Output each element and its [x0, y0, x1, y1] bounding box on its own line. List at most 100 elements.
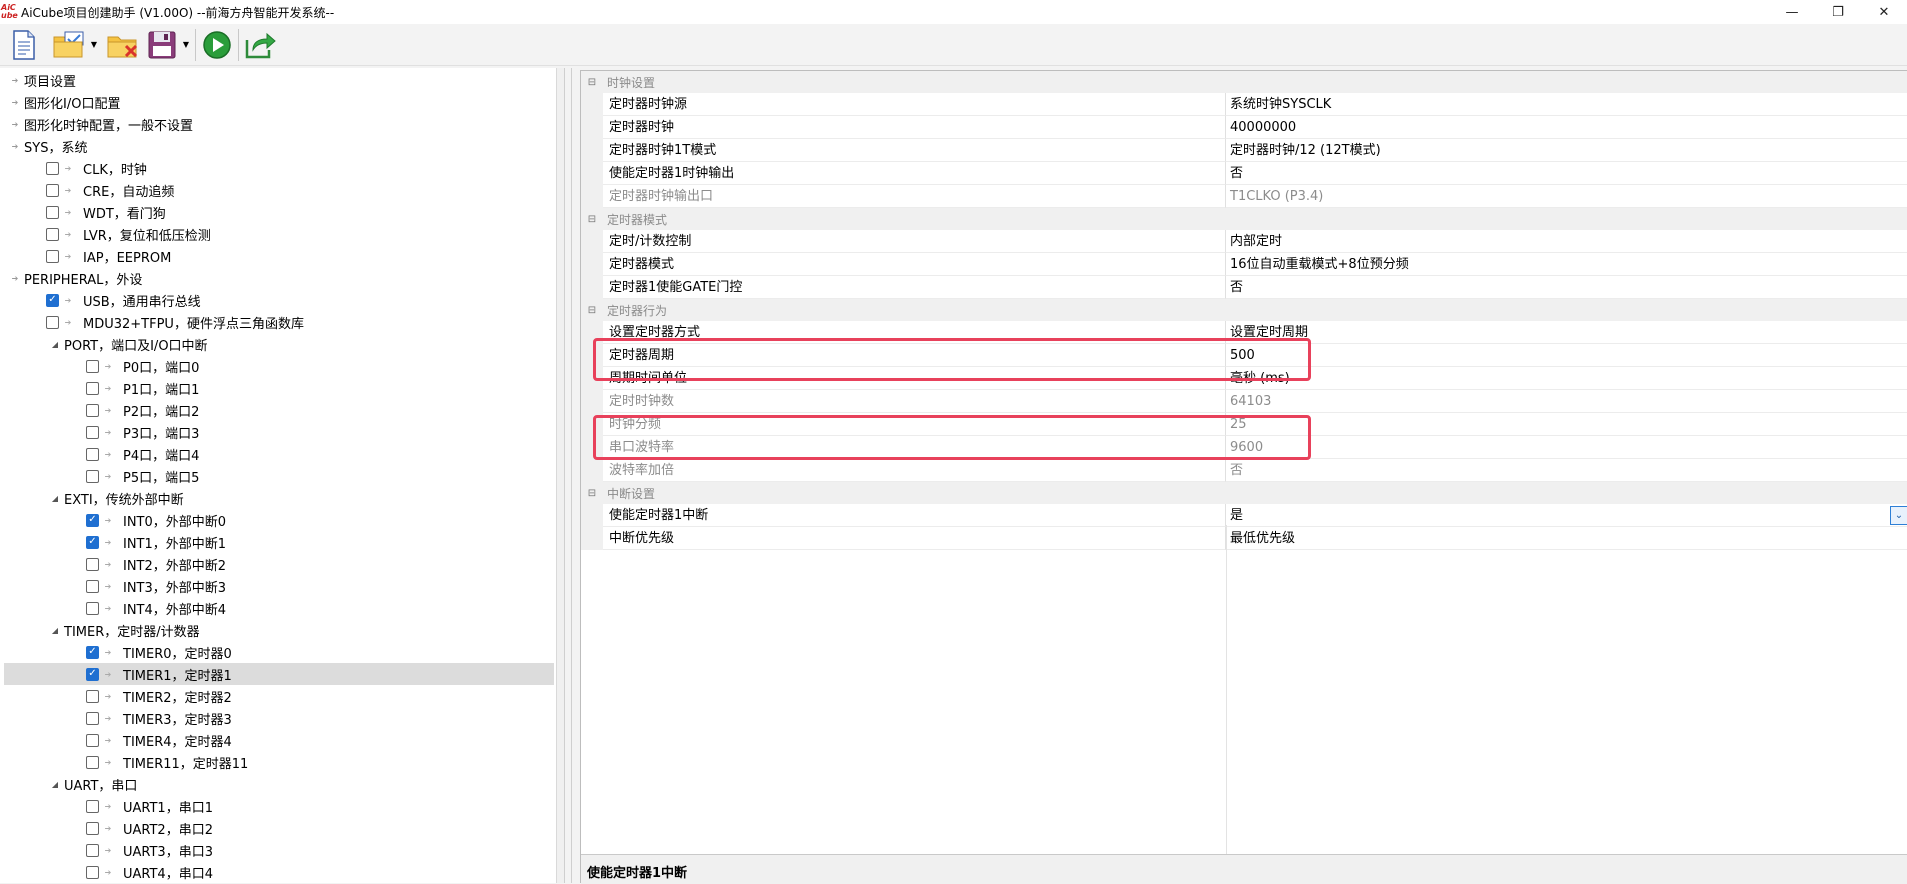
- tree-item[interactable]: ➔ UART3，串口3: [86, 839, 213, 861]
- property-row[interactable]: 波特率加倍否: [581, 459, 1907, 482]
- tree-item[interactable]: ➔ 图形化I/O口配置: [10, 91, 121, 113]
- tree-checkbox[interactable]: [46, 227, 59, 241]
- property-category[interactable]: ⊟ 中断设置: [581, 482, 1907, 504]
- tree-item[interactable]: ◢ UART，串口: [50, 773, 138, 795]
- panel-splitter[interactable]: [564, 68, 572, 883]
- property-value[interactable]: 500: [1226, 344, 1907, 367]
- tree-item[interactable]: ✓ ➔ TIMER1，定时器1: [4, 663, 554, 685]
- property-category[interactable]: ⊟ 时钟设置: [581, 71, 1907, 93]
- tree-checkbox[interactable]: [86, 447, 99, 461]
- property-row[interactable]: 定时器1使能GATE门控否: [581, 276, 1907, 299]
- property-value[interactable]: 否: [1226, 162, 1907, 185]
- tree-item[interactable]: ➔ TIMER4，定时器4: [86, 729, 232, 751]
- property-category[interactable]: ⊟ 定时器模式: [581, 208, 1907, 230]
- close-project-button[interactable]: [106, 27, 142, 63]
- run-button[interactable]: [199, 27, 235, 63]
- property-value[interactable]: 40000000: [1226, 116, 1907, 139]
- tree-checkbox[interactable]: [86, 403, 99, 417]
- tree-item[interactable]: ➔ WDT，看门狗: [46, 201, 166, 223]
- collapse-toggle-icon[interactable]: ⊟: [581, 488, 603, 499]
- collapse-toggle-icon[interactable]: ⊟: [581, 77, 603, 88]
- tree-item[interactable]: ➔ INT2，外部中断2: [86, 553, 226, 575]
- property-row[interactable]: 定时器时钟 40000000: [581, 116, 1907, 139]
- tree-item[interactable]: ➔ IAP，EEPROM: [46, 245, 171, 267]
- collapse-arrow-icon[interactable]: ◢: [50, 773, 60, 795]
- tree-checkbox[interactable]: [86, 579, 99, 593]
- collapse-arrow-icon[interactable]: ◢: [50, 619, 60, 641]
- tree-checkbox[interactable]: [86, 711, 99, 725]
- tree-checkbox[interactable]: [86, 689, 99, 703]
- config-tree[interactable]: ➔ 项目设置 ➔ 图形化I/O口配置 ➔ 图形化时钟配置，一般不设置 ➔ SYS，系统 ➔ CLK…: [0, 68, 564, 883]
- tree-checkbox[interactable]: [86, 425, 99, 439]
- minimize-button[interactable]: —: [1769, 0, 1815, 24]
- tree-item[interactable]: ➔ CLK，时钟: [46, 157, 147, 179]
- property-row[interactable]: 使能定时器1中断是 ⌄: [581, 504, 1907, 527]
- tree-checkbox[interactable]: [86, 755, 99, 769]
- tree-item[interactable]: ➔ LVR，复位和低压检测: [46, 223, 211, 245]
- expand-arrow-icon[interactable]: ➔: [10, 69, 20, 91]
- tree-checkbox[interactable]: [86, 381, 99, 395]
- tree-item[interactable]: ◢ TIMER，定时器/计数器: [50, 619, 200, 641]
- tree-checkbox[interactable]: [46, 315, 59, 329]
- property-value[interactable]: 定时器时钟/12 (12T模式): [1226, 139, 1907, 162]
- tree-checkbox[interactable]: [86, 865, 99, 879]
- tree-checkbox[interactable]: ✓: [86, 645, 99, 659]
- new-file-button[interactable]: [6, 27, 42, 63]
- tree-item[interactable]: ➔ TIMER11，定时器11: [86, 751, 248, 773]
- property-value[interactable]: 系统时钟SYSCLK: [1226, 93, 1907, 116]
- property-value[interactable]: 16位自动重载模式+8位预分频: [1226, 253, 1907, 276]
- expand-arrow-icon[interactable]: ➔: [10, 113, 20, 135]
- tree-item[interactable]: ➔ CRE，自动追频: [46, 179, 174, 201]
- property-category[interactable]: ⊟ 定时器行为: [581, 299, 1907, 321]
- tree-checkbox[interactable]: [86, 469, 99, 483]
- dropdown-button[interactable]: ⌄: [1890, 506, 1907, 525]
- tree-checkbox[interactable]: [46, 183, 59, 197]
- tree-checkbox[interactable]: [86, 799, 99, 813]
- tree-checkbox[interactable]: [86, 601, 99, 615]
- tree-item[interactable]: ➔ INT4，外部中断4: [86, 597, 226, 619]
- tree-item[interactable]: ➔ SYS，系统: [10, 135, 88, 157]
- property-value[interactable]: 内部定时: [1226, 230, 1907, 253]
- property-value[interactable]: 否: [1226, 276, 1907, 299]
- collapse-arrow-icon[interactable]: ◢: [50, 487, 60, 509]
- expand-arrow-icon[interactable]: ➔: [10, 135, 20, 157]
- property-row[interactable]: 定时器时钟输出口 T1CLKO (P3.4): [581, 185, 1907, 208]
- property-row[interactable]: 定时时钟数 64103: [581, 390, 1907, 413]
- tree-item[interactable]: ◢ EXTI，传统外部中断: [50, 487, 184, 509]
- tree-item[interactable]: ✓ ➔ INT0，外部中断0: [86, 509, 226, 531]
- tree-checkbox[interactable]: ✓: [86, 513, 99, 527]
- tree-item[interactable]: ➔ MDU32+TFPU，硬件浮点三角函数库: [46, 311, 304, 333]
- property-value[interactable]: 毫秒 (ms): [1226, 367, 1907, 390]
- tree-item[interactable]: ➔ INT3，外部中断3: [86, 575, 226, 597]
- export-button[interactable]: [242, 27, 278, 63]
- tree-checkbox[interactable]: [46, 161, 59, 175]
- save-button[interactable]: [144, 27, 180, 63]
- tree-item[interactable]: ➔ TIMER3，定时器3: [86, 707, 232, 729]
- collapse-toggle-icon[interactable]: ⊟: [581, 214, 603, 225]
- tree-item[interactable]: ✓ ➔ INT1，外部中断1: [86, 531, 226, 553]
- close-window-button[interactable]: ✕: [1861, 0, 1907, 24]
- property-row[interactable]: 定时器模式 16位自动重载模式+8位预分频: [581, 253, 1907, 276]
- tree-checkbox[interactable]: [46, 249, 59, 263]
- tree-checkbox[interactable]: ✓: [86, 667, 99, 681]
- tree-checkbox[interactable]: [86, 843, 99, 857]
- expand-arrow-icon[interactable]: ➔: [10, 267, 20, 289]
- tree-item[interactable]: ◢ PORT，端口及I/O口中断: [50, 333, 208, 355]
- tree-item[interactable]: ✓ ➔ USB，通用串行总线: [46, 289, 201, 311]
- expand-arrow-icon[interactable]: ➔: [10, 91, 20, 113]
- tree-checkbox[interactable]: [86, 821, 99, 835]
- tree-item[interactable]: ➔ P1口，端口1: [86, 377, 199, 399]
- tree-scrollbar[interactable]: [556, 68, 564, 883]
- collapse-toggle-icon[interactable]: ⊟: [581, 305, 603, 316]
- open-project-dropdown[interactable]: ▼: [88, 27, 100, 63]
- property-value[interactable]: 最低优先级: [1226, 527, 1907, 550]
- tree-item[interactable]: ➔ P0口，端口0: [86, 355, 199, 377]
- property-value[interactable]: 是 ⌄: [1226, 504, 1907, 527]
- tree-item[interactable]: ➔ P5口，端口5: [86, 465, 199, 487]
- property-row[interactable]: 定时/计数控制 内部定时: [581, 230, 1907, 253]
- maximize-button[interactable]: ❐: [1815, 0, 1861, 24]
- tree-checkbox[interactable]: ✓: [86, 535, 99, 549]
- save-dropdown[interactable]: ▼: [180, 27, 192, 63]
- property-value[interactable]: 设置定时周期: [1226, 321, 1907, 344]
- property-row[interactable]: 定时器时钟源 系统时钟SYSCLK: [581, 93, 1907, 116]
